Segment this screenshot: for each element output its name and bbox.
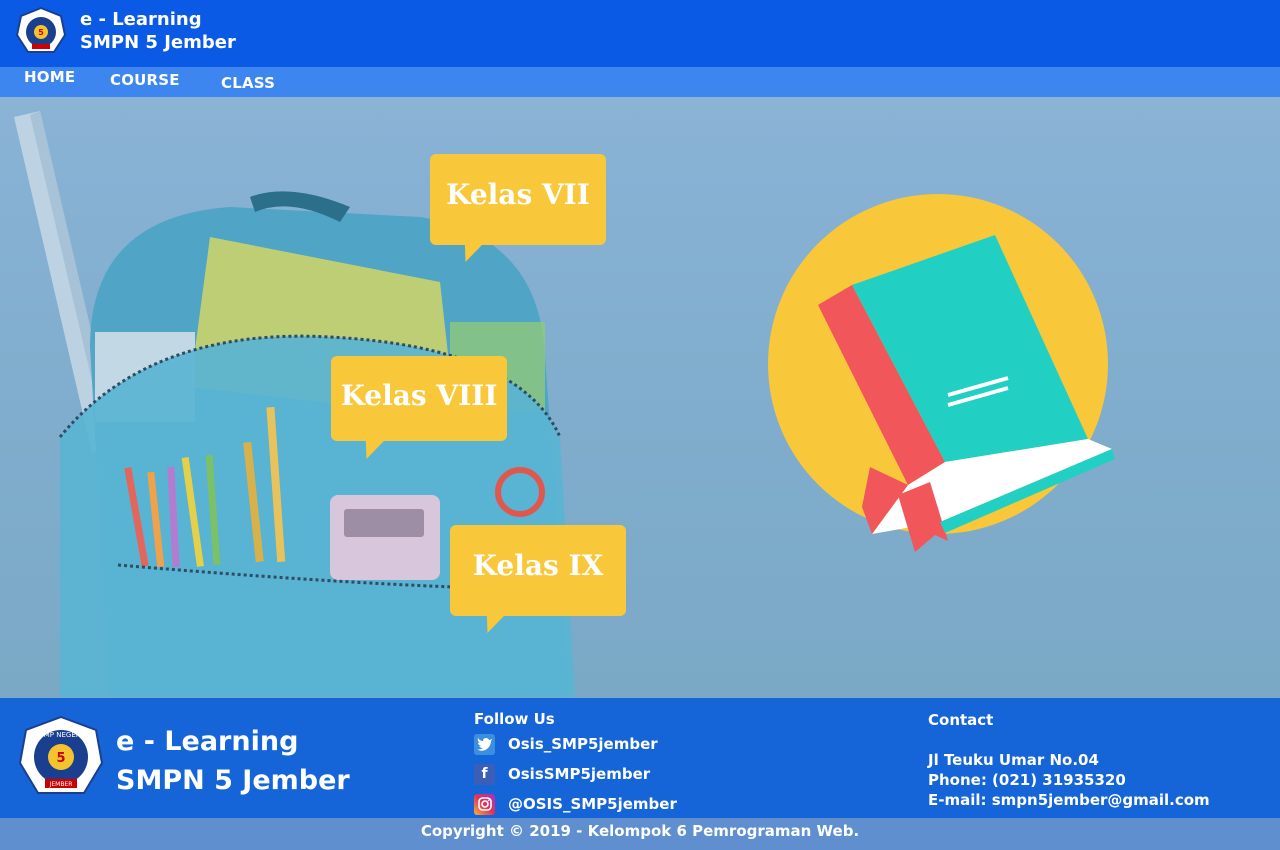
footer-logo-number: 5: [56, 751, 65, 766]
class-bubble-vii[interactable]: Kelas VII: [430, 154, 606, 262]
contact-phone: Phone: (021) 31935320: [928, 771, 1126, 789]
svg-text:5: 5: [38, 28, 44, 37]
footer-brand: e - Learning SMPN 5 Jember: [116, 722, 350, 800]
brand-line1: e - Learning: [80, 9, 202, 30]
footer-logo-bottom-text: JEMBER: [49, 781, 73, 788]
nav-course[interactable]: COURSE: [110, 71, 180, 89]
school-logo-icon: 5 SMP NEGERI JEMBER: [18, 715, 104, 794]
backpack-illustration: [14, 111, 1115, 697]
contact-heading: Contact: [928, 711, 994, 729]
nav-home[interactable]: HOME: [24, 68, 75, 86]
brand-line2: SMPN 5 Jember: [80, 32, 236, 53]
nav-class[interactable]: CLASS: [221, 74, 275, 92]
contact-address: Jl Teuku Umar No.04: [928, 751, 1099, 769]
class-bubble-viii-label: Kelas VIII: [340, 379, 498, 412]
book-icon: [768, 194, 1115, 552]
twitter-handle: Osis_SMP5jember: [508, 735, 658, 753]
footer: 5 SMP NEGERI JEMBER e - Learning SMPN 5 …: [0, 698, 1280, 818]
footer-logo-top-text: SMP NEGERI: [39, 731, 82, 739]
facebook-icon: f: [474, 763, 495, 785]
main-nav: HOME COURSE CLASS: [0, 67, 1280, 97]
site-brand[interactable]: e - Learning SMPN 5 Jember: [80, 8, 236, 54]
hero-banner: Kelas VII Kelas VIII Kelas IX: [0, 97, 1280, 698]
school-logo-icon[interactable]: 5: [16, 7, 66, 57]
follow-us-heading: Follow Us: [474, 710, 555, 728]
twitter-icon: [474, 733, 495, 755]
instagram-icon: [474, 793, 495, 815]
copyright-bar: Copyright © 2019 - Kelompok 6 Pemrograma…: [0, 818, 1280, 850]
footer-brand-line2: SMPN 5 Jember: [116, 765, 350, 796]
class-bubble-ix-label: Kelas IX: [472, 549, 604, 582]
class-bubble-ix[interactable]: Kelas IX: [450, 525, 626, 633]
twitter-link[interactable]: Osis_SMP5jember: [474, 733, 658, 755]
instagram-handle: @OSIS_SMP5jember: [508, 795, 677, 813]
class-bubble-viii[interactable]: Kelas VIII: [331, 356, 507, 459]
contact-email[interactable]: E-mail: smpn5jember@gmail.com: [928, 791, 1210, 809]
facebook-link[interactable]: f OsisSMP5jember: [474, 763, 650, 785]
facebook-handle: OsisSMP5jember: [508, 765, 651, 783]
header-bar: 5 e - Learning SMPN 5 Jember: [0, 0, 1280, 67]
class-bubble-vii-label: Kelas VII: [446, 178, 590, 211]
instagram-link[interactable]: @OSIS_SMP5jember: [474, 793, 677, 815]
footer-brand-line1: e - Learning: [116, 726, 299, 757]
